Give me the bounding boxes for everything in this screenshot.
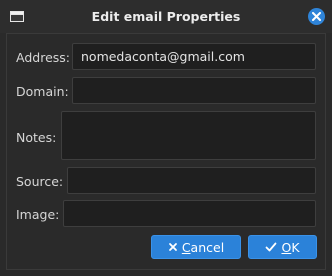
notes-field[interactable] xyxy=(61,111,316,160)
window-title: Edit email Properties xyxy=(91,9,241,24)
check-icon xyxy=(266,242,277,252)
cancel-button[interactable]: Cancel xyxy=(151,235,241,259)
address-field[interactable] xyxy=(72,43,316,70)
notes-label: Notes: xyxy=(16,130,57,145)
close-icon xyxy=(312,12,321,21)
source-field[interactable] xyxy=(67,167,316,194)
ok-button[interactable]: OK xyxy=(248,235,317,259)
x-icon xyxy=(168,243,177,251)
ok-button-label: OK xyxy=(281,239,300,255)
title-bar: Edit email Properties xyxy=(0,0,332,33)
close-button[interactable] xyxy=(308,8,325,25)
domain-label: Domain: xyxy=(16,84,69,99)
image-label: Image: xyxy=(16,207,60,222)
domain-field[interactable] xyxy=(72,77,316,104)
image-field[interactable] xyxy=(63,200,316,227)
address-label: Address: xyxy=(16,50,70,65)
source-label: Source: xyxy=(16,174,64,189)
cancel-button-label: Cancel xyxy=(181,239,225,255)
